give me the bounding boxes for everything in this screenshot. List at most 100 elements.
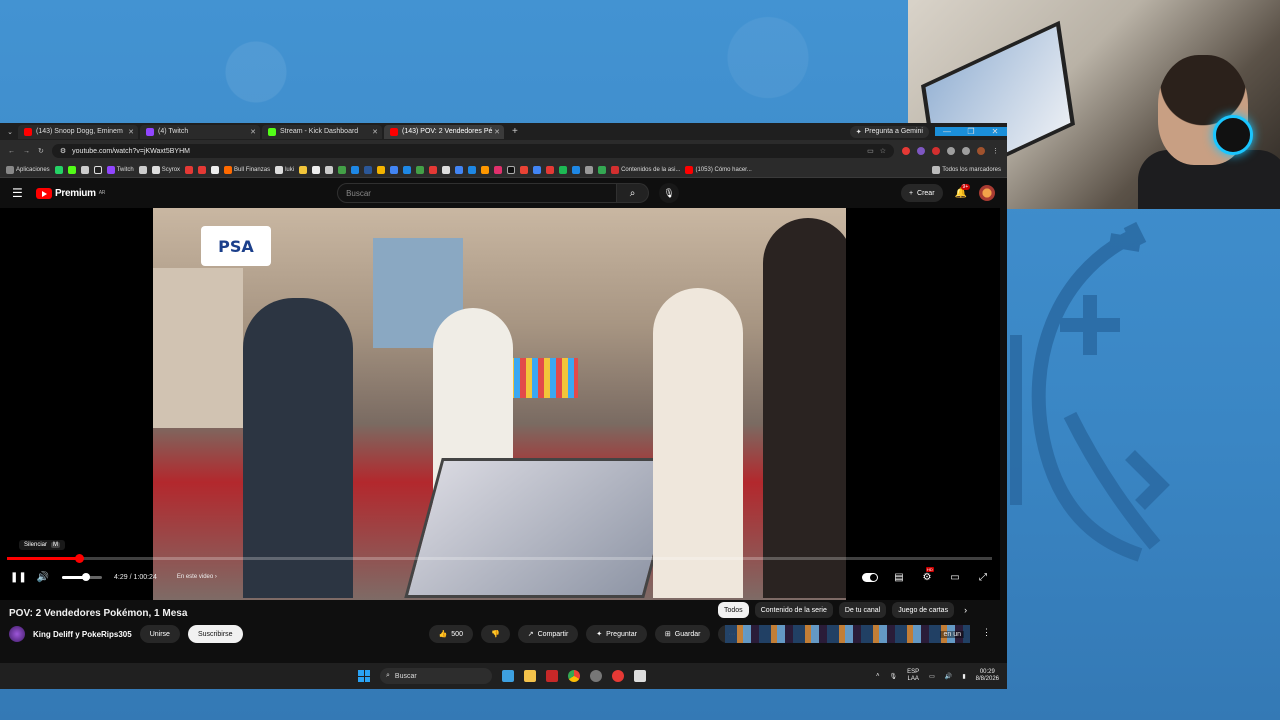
volume-slider[interactable]	[62, 572, 102, 581]
bookmark-icon[interactable]	[468, 165, 477, 174]
bookmark-icon[interactable]	[299, 165, 308, 174]
extension-icon[interactable]	[932, 147, 940, 155]
subscribe-button[interactable]: Suscribirse	[187, 625, 243, 643]
x-icon[interactable]	[507, 165, 516, 174]
ask-button[interactable]: ✦ Preguntar	[586, 625, 647, 643]
menu-dots-icon[interactable]: ⋮	[992, 147, 999, 155]
chip-card-game[interactable]: Juego de cartas	[892, 602, 955, 618]
chevron-right-icon[interactable]: ›	[964, 605, 967, 615]
folder-icon[interactable]	[524, 670, 536, 682]
bookmark-icon[interactable]	[403, 165, 412, 174]
settings-icon[interactable]: ⚙ HD	[920, 566, 934, 583]
windows-start-icon[interactable]	[358, 670, 370, 682]
bookmark-icon[interactable]	[351, 165, 360, 174]
bookmark-all[interactable]: Todos los marcadores	[932, 165, 1001, 174]
volume-knob[interactable]	[82, 572, 90, 581]
close-icon[interactable]: ✕	[250, 128, 256, 136]
speaker-icon[interactable]: 🔊	[945, 673, 952, 680]
pause-icon[interactable]: ❚❚	[10, 572, 27, 583]
app-icon[interactable]	[634, 670, 646, 682]
clock[interactable]: 00:29 8/8/2026	[976, 669, 999, 683]
language-indicator[interactable]: ESP LAA	[907, 669, 919, 683]
youtube-logo[interactable]: Premium AR	[36, 187, 105, 199]
subtitles-icon[interactable]: ▤	[892, 572, 906, 583]
extension-icon[interactable]	[947, 147, 955, 155]
new-tab-button[interactable]: +	[506, 126, 524, 137]
bookmark-icon[interactable]	[377, 165, 386, 174]
tiktok-icon[interactable]	[93, 165, 102, 174]
bookmark-icon[interactable]	[416, 165, 425, 174]
bookmark-icon[interactable]	[494, 165, 503, 174]
bookmark-scyrox[interactable]: Scyrox	[151, 165, 180, 174]
tab-pov-video[interactable]: (143) POV: 2 Vendedores Pé ✕	[384, 124, 504, 139]
bookmark-icon[interactable]	[198, 165, 207, 174]
menu-icon[interactable]: ☰	[12, 186, 26, 200]
chip-channel[interactable]: De tu canal	[838, 602, 887, 618]
back-icon[interactable]: ←	[8, 148, 15, 155]
autoplay-toggle[interactable]	[862, 572, 878, 582]
app-icon[interactable]	[590, 670, 602, 682]
progress-bar[interactable]	[7, 554, 992, 563]
bookmark-icon[interactable]	[481, 165, 490, 174]
bookmark-apps[interactable]: Aplicaciones	[6, 165, 50, 174]
tab-twitch[interactable]: (4) Twitch ✕	[140, 124, 260, 139]
chip-all[interactable]: Todos	[718, 602, 749, 618]
join-button[interactable]: Unirse	[139, 625, 180, 643]
tab-search-icon[interactable]: ⌄	[4, 128, 16, 136]
bookmark-twitch[interactable]: Twitch	[106, 165, 134, 174]
account-avatar[interactable]	[979, 185, 995, 201]
microphone-icon[interactable]: 🎙	[890, 673, 898, 680]
cast-icon[interactable]: ▭	[867, 147, 874, 155]
reload-icon[interactable]: ↻	[38, 147, 44, 155]
window-close-icon[interactable]: ✕	[983, 127, 1007, 136]
bookmark-icon[interactable]	[80, 165, 89, 174]
create-button[interactable]: + Crear	[900, 184, 943, 202]
whatsapp-icon[interactable]	[54, 165, 63, 174]
search-button[interactable]: ⌕	[617, 183, 650, 203]
kick-icon[interactable]	[67, 165, 76, 174]
tab-kick[interactable]: Stream - Kick Dashboard ✕	[262, 124, 382, 139]
bookmark-star-icon[interactable]: ☆	[880, 147, 886, 155]
share-button[interactable]: ↗ Compartir	[517, 625, 579, 643]
close-icon[interactable]: ✕	[128, 128, 134, 136]
volume-icon[interactable]: 🔊	[36, 572, 50, 583]
url-input[interactable]: ⚙ youtube.com/watch?v=jKWaxt5BYHM ▭ ☆	[51, 144, 894, 158]
tab-snoop[interactable]: (143) Snoop Dogg, Eminem ✕	[18, 124, 138, 139]
like-button[interactable]: 👍 500	[428, 625, 473, 643]
bookmark-icon[interactable]	[211, 165, 220, 174]
network-icon[interactable]: ▭	[929, 673, 935, 680]
bookmark-icon[interactable]	[533, 165, 542, 174]
app-icon[interactable]	[612, 670, 624, 682]
more-vertical-icon[interactable]: ⋮	[982, 627, 991, 638]
chapter-button[interactable]: En este video ›	[177, 574, 217, 580]
chip-series[interactable]: Contenido de la serie	[754, 602, 833, 618]
extension-icon[interactable]	[962, 147, 970, 155]
chevron-up-icon[interactable]: ˄	[876, 673, 880, 679]
notifications-button[interactable]: 🔔 9+	[955, 183, 971, 199]
bookmark-icon[interactable]	[429, 165, 438, 174]
video-player[interactable]: PSA Silenciar M ❚❚ 🔊 4:29 / 1:00:24 En e…	[0, 208, 1000, 600]
bookmark-icon[interactable]	[390, 165, 399, 174]
battery-icon[interactable]: ▮	[962, 673, 965, 680]
bookmark-icon[interactable]	[312, 165, 321, 174]
bookmark-icon[interactable]	[338, 165, 347, 174]
maximize-icon[interactable]: ❐	[959, 127, 983, 136]
app-icon[interactable]	[546, 670, 558, 682]
bookmark-icon[interactable]	[546, 165, 555, 174]
bookmark-icon[interactable]	[455, 165, 464, 174]
word-icon[interactable]	[364, 165, 373, 174]
bookmark-icon[interactable]	[572, 165, 581, 174]
bookmark-bull-finanzas[interactable]: Bull Finanzas	[224, 165, 270, 174]
extension-icon[interactable]	[917, 147, 925, 155]
bookmark-icon[interactable]	[585, 165, 594, 174]
close-icon[interactable]: ✕	[494, 128, 500, 136]
maps-icon[interactable]	[598, 165, 607, 174]
gemini-button[interactable]: ✦ Pregunta a Gemini	[849, 125, 929, 138]
file-manager-icon[interactable]	[502, 670, 514, 682]
fullscreen-icon[interactable]: ⤢	[976, 572, 990, 583]
minimize-icon[interactable]: —	[935, 127, 959, 136]
bookmark-icon[interactable]	[442, 165, 451, 174]
chrome-icon[interactable]	[568, 670, 580, 682]
bookmark-icon[interactable]	[138, 165, 147, 174]
save-button[interactable]: ⊞ Guardar	[654, 625, 711, 643]
